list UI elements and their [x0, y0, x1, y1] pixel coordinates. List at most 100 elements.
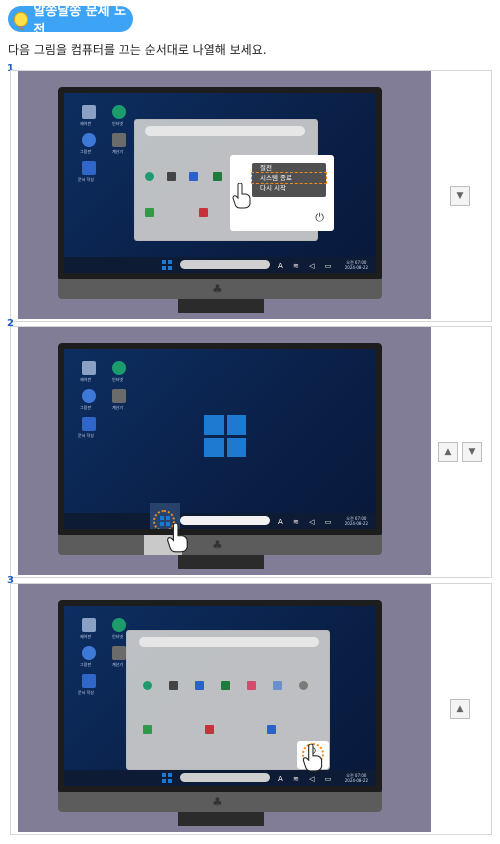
- restart-option[interactable]: 다시 시작: [252, 183, 326, 193]
- document-icon: [82, 417, 96, 431]
- desktop-label: 인터넷: [112, 121, 124, 126]
- taskbar-clock: 오전 07:00 2024-08-22: [344, 260, 368, 270]
- control-panel-icon: [82, 105, 96, 119]
- desktop-label: 문서 작성: [78, 690, 94, 695]
- desktop-label: 계산기: [112, 149, 124, 154]
- system-tray-icons[interactable]: A ≋ ◁ ▭: [278, 775, 335, 783]
- monitor-stand: [178, 299, 264, 313]
- start-search-bar: [145, 126, 305, 136]
- move-down-button[interactable]: ▼: [450, 186, 470, 206]
- desktop-label: 계산기: [112, 405, 124, 410]
- item-card-3[interactable]: 제어판 인터넷 그림판 계산기 문서 작성 A ≋ ◁ ▭ 오전 07:00 2…: [10, 583, 492, 835]
- desktop-label: 인터넷: [112, 377, 124, 382]
- taskbar-clock: 오전 07:00 2024-08-22: [344, 773, 368, 783]
- desktop-label: 제어판: [80, 121, 92, 126]
- power-popup: 절전 시스템 종료 다시 시작 ⏻: [230, 155, 334, 231]
- calculator-app-icon: [167, 172, 176, 181]
- desktop-label: 제어판: [80, 634, 92, 639]
- control-panel-icon: [82, 618, 96, 632]
- paint-icon: [82, 646, 96, 660]
- monitor-bezel: 제어판 인터넷 그림판 계산기 문서 작성 A ≋ ◁ ▭ 오전 07:00 20…: [58, 343, 382, 537]
- system-tray-icons[interactable]: A ≋ ◁ ▭: [278, 518, 335, 526]
- screenshot-1: 제어판 인터넷 그림판 계산기 문서 작성 절전 시스템 종료 다시 시작 ⏻ …: [18, 71, 431, 319]
- start-menu: ⏻: [126, 630, 330, 770]
- monitor-bezel: 제어판 인터넷 그림판 계산기 문서 작성: [58, 600, 382, 794]
- item-card-2[interactable]: 제어판 인터넷 그림판 계산기 문서 작성 A ≋ ◁ ▭ 오전 07:00 20…: [10, 326, 492, 578]
- calculator-icon: [112, 389, 126, 403]
- taskbar: A ≋ ◁ ▭ 오전 07:00 2024-08-22: [64, 257, 376, 273]
- desktop-screen: 제어판 인터넷 그림판 계산기 문서 작성: [64, 93, 376, 273]
- paint-icon: [82, 133, 96, 147]
- monitor-chin: ♣: [58, 792, 382, 812]
- word-app-icon: [195, 681, 204, 690]
- recent-file-icon: [267, 725, 276, 734]
- paint-icon: [82, 389, 96, 403]
- screenshot-3: 제어판 인터넷 그림판 계산기 문서 작성 A ≋ ◁ ▭ 오전 07:00 2…: [18, 584, 431, 832]
- recent-file-icon: [199, 208, 208, 217]
- desktop-screen: 제어판 인터넷 그림판 계산기 문서 작성 A ≋ ◁ ▭ 오전 07:00 20…: [64, 349, 376, 529]
- desktop-label: 그림판: [80, 149, 92, 154]
- monitor-chin: ♣: [58, 279, 382, 299]
- browser-icon: [112, 105, 126, 119]
- pointer-hand-icon: [232, 183, 251, 209]
- recent-file-icon: [143, 725, 152, 734]
- document-icon: [82, 674, 96, 688]
- club-logo-icon: ♣: [212, 795, 223, 809]
- club-logo-icon: ♣: [212, 282, 223, 296]
- recent-file-icon: [145, 208, 154, 217]
- monitor-chin: ♣: [58, 535, 382, 555]
- recent-file-icon: [205, 725, 214, 734]
- taskbar-search[interactable]: [180, 260, 270, 269]
- desktop-screen: 제어판 인터넷 그림판 계산기 문서 작성: [64, 606, 376, 786]
- shutdown-option[interactable]: 시스템 종료: [251, 172, 327, 184]
- desktop-label: 문서 작성: [78, 433, 94, 438]
- store-app-icon: [247, 681, 256, 690]
- power-menu: 절전 시스템 종료 다시 시작: [251, 163, 327, 197]
- windows-wallpaper-logo: [204, 415, 246, 457]
- desktop-label: 그림판: [80, 405, 92, 410]
- desktop-label: 그림판: [80, 662, 92, 667]
- pointer-hand-icon: [167, 523, 188, 553]
- order-controls: ▲: [429, 584, 491, 834]
- order-controls: ▲ ▼: [429, 327, 491, 577]
- power-icon[interactable]: ⏻: [315, 211, 324, 225]
- desktop-label: 계산기: [112, 662, 124, 667]
- taskbar-clock: 오전 07:00 2024-08-22: [344, 516, 368, 526]
- windows-start-icon[interactable]: [162, 773, 172, 783]
- order-controls: ▼: [429, 71, 491, 321]
- move-up-button[interactable]: ▲: [438, 442, 458, 462]
- edge-app-icon: [145, 172, 154, 181]
- edge-app-icon: [143, 681, 152, 690]
- pointer-hand-icon: [302, 744, 323, 772]
- item-card-1[interactable]: 제어판 인터넷 그림판 계산기 문서 작성 절전 시스템 종료 다시 시작 ⏻ …: [10, 70, 492, 322]
- document-icon: [82, 161, 96, 175]
- calculator-icon: [112, 133, 126, 147]
- desktop-label: 인터넷: [112, 634, 124, 639]
- taskbar: A ≋ ◁ ▭ 오전 07:00 2024-08-22: [64, 770, 376, 786]
- taskbar-search[interactable]: [180, 773, 270, 782]
- lightbulb-icon: [14, 11, 29, 30]
- monitor-stand: [178, 812, 264, 826]
- recycle-app-icon: [273, 681, 282, 690]
- screenshot-2: 제어판 인터넷 그림판 계산기 문서 작성 A ≋ ◁ ▭ 오전 07:00 20…: [18, 327, 431, 575]
- system-tray-icons[interactable]: A ≋ ◁ ▭: [278, 262, 335, 270]
- move-down-button[interactable]: ▼: [462, 442, 482, 462]
- taskbar: A ≋ ◁ ▭ 오전 07:00 2024-08-22: [64, 503, 376, 529]
- monitor-stand: [178, 555, 264, 569]
- sleep-option[interactable]: 절전: [252, 163, 326, 173]
- control-panel-icon: [82, 361, 96, 375]
- taskbar-search[interactable]: [180, 516, 270, 525]
- desktop-label: 문서 작성: [78, 177, 94, 182]
- move-up-button[interactable]: ▲: [450, 699, 470, 719]
- excel-app-icon: [213, 172, 222, 181]
- windows-start-icon[interactable]: [162, 260, 172, 270]
- word-app-icon: [189, 172, 198, 181]
- desktop-label: 제어판: [80, 377, 92, 382]
- excel-app-icon: [221, 681, 230, 690]
- settings-app-icon: [299, 681, 308, 690]
- start-search-bar: [139, 637, 319, 647]
- calculator-icon: [112, 646, 126, 660]
- browser-icon: [112, 618, 126, 632]
- club-logo-icon: ♣: [212, 538, 223, 552]
- challenge-badge: 알쏭달쏭 문제 도전: [8, 4, 133, 38]
